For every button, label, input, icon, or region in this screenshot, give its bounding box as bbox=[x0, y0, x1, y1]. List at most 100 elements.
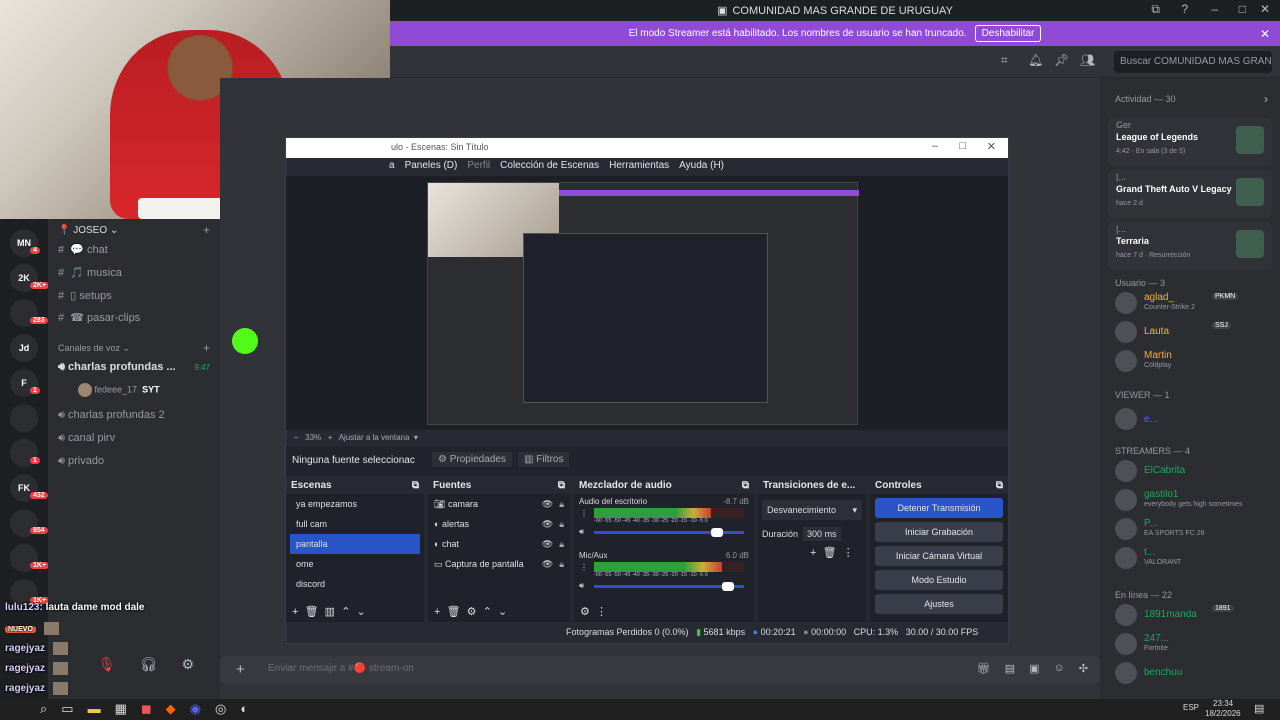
obs-menu-item[interactable]: a bbox=[389, 160, 395, 174]
scene-item[interactable]: discord bbox=[290, 574, 420, 594]
source-item[interactable]: 📷︎ camara 🔒︎ 👁︎ bbox=[428, 494, 570, 514]
avatar[interactable] bbox=[1115, 547, 1137, 569]
search-input[interactable]: Buscar COMUNIDAD MAS GRAN... bbox=[1114, 51, 1272, 73]
move-down-icon[interactable]: ⌄ bbox=[357, 606, 366, 618]
clock-time[interactable]: 23:34 bbox=[1213, 699, 1233, 708]
close-banner-icon[interactable]: ✕ bbox=[1260, 27, 1270, 41]
studio-mode-button[interactable]: Modo Estudio bbox=[875, 570, 1003, 590]
avatar[interactable] bbox=[1115, 489, 1137, 511]
remove-transition-icon[interactable]: 🗑︎ bbox=[823, 547, 837, 559]
remove-source-icon[interactable]: 🗑︎ bbox=[447, 606, 461, 618]
add-scene-icon[interactable]: + bbox=[292, 606, 298, 618]
duration-input[interactable]: 300 ms bbox=[803, 527, 841, 541]
server-icon[interactable]: 1 bbox=[10, 439, 40, 467]
obs-menu-item[interactable]: Paneles (D) bbox=[405, 160, 458, 174]
obs-minimize-icon[interactable]: – bbox=[932, 140, 938, 152]
channel-chat[interactable]: # 💬 chat bbox=[58, 243, 108, 256]
avatar[interactable] bbox=[1115, 321, 1137, 343]
server-icon[interactable]: 283 bbox=[10, 299, 48, 327]
message-input[interactable]: + Enviar mensaje a #🔴 stream-on 🎁︎ ▤ ▣ ☺… bbox=[220, 656, 1100, 684]
member-name[interactable]: ElCabrita bbox=[1144, 465, 1185, 476]
sticker-icon[interactable]: ▣ bbox=[1029, 662, 1039, 675]
voice-channel-4[interactable]: 🔊︎ privado bbox=[58, 455, 104, 468]
mixer-settings-icon[interactable]: ⚙ bbox=[580, 606, 590, 618]
avatar[interactable] bbox=[1115, 460, 1137, 482]
add-voice-icon[interactable]: + bbox=[203, 341, 210, 355]
avatar[interactable] bbox=[1115, 518, 1137, 540]
volume-slider[interactable] bbox=[594, 582, 744, 591]
move-up-icon[interactable]: ⌃ bbox=[341, 606, 350, 618]
notification-icon[interactable]: ▤ bbox=[1254, 702, 1264, 715]
voice-user[interactable]: fedeee_17 SYT bbox=[78, 383, 160, 397]
source-item[interactable]: ◐ chat 🔒︎ 👁︎ bbox=[428, 534, 570, 554]
avatar[interactable] bbox=[1115, 604, 1137, 626]
voice-channel-3[interactable]: 🔊︎ canal pirv bbox=[58, 432, 115, 445]
move-up-icon[interactable]: ⌃ bbox=[483, 606, 492, 618]
maximize-icon[interactable]: □ bbox=[1239, 2, 1246, 16]
obs-maximize-icon[interactable]: □ bbox=[959, 140, 966, 152]
apps-icon[interactable]: ✣ bbox=[1079, 662, 1088, 675]
obs-menu-item[interactable]: Ayuda (H) bbox=[679, 160, 724, 174]
move-down-icon[interactable]: ⌄ bbox=[498, 606, 507, 618]
dock-float-icon[interactable]: ⧉ bbox=[742, 480, 749, 491]
steam-icon[interactable]: ◎ bbox=[215, 701, 226, 717]
activity-card[interactable]: Ger League of Legends 4:42 · En sala (3 de… bbox=[1108, 118, 1272, 166]
headset-icon[interactable]: 🎧︎ bbox=[140, 656, 158, 680]
member-name[interactable]: aglad_ bbox=[1144, 292, 1174, 303]
search-icon[interactable]: ⌕ bbox=[40, 701, 47, 717]
avatar[interactable] bbox=[1115, 292, 1137, 314]
member-name[interactable]: P... bbox=[1144, 518, 1158, 529]
transition-menu-icon[interactable]: ⋮ bbox=[843, 547, 854, 559]
scene-item[interactable]: full cam bbox=[290, 514, 420, 534]
scene-item[interactable]: pantalla bbox=[290, 534, 420, 554]
gif-icon[interactable]: ▤ bbox=[1005, 662, 1015, 675]
start-virtual-cam-button[interactable]: Iniciar Cámara Virtual bbox=[875, 546, 1003, 566]
member-name[interactable]: gastilo1 bbox=[1144, 489, 1178, 500]
speaker-icon[interactable]: 🔊︎ bbox=[579, 527, 584, 537]
gift-icon[interactable]: 🎁︎ bbox=[977, 662, 991, 675]
minimize-icon[interactable]: – bbox=[1211, 2, 1218, 16]
stop-stream-button[interactable]: Detener Transmisión bbox=[875, 498, 1003, 518]
emoji-icon[interactable]: ☺ bbox=[1054, 662, 1065, 675]
activity-card[interactable]: |... Terraria hace 7 d · Resurrección bbox=[1108, 222, 1272, 270]
dock-float-icon[interactable]: ⧉ bbox=[412, 480, 419, 491]
eye-icon[interactable]: 👁︎ bbox=[542, 539, 553, 550]
taskview-icon[interactable]: ▭ bbox=[61, 701, 73, 717]
properties-button[interactable]: ⚙ Propiedades bbox=[432, 452, 512, 467]
brave-icon[interactable]: ◆ bbox=[166, 701, 176, 717]
member-name[interactable]: 1891manda bbox=[1144, 609, 1197, 620]
obs-menu-item[interactable]: Herramientas bbox=[609, 160, 669, 174]
eye-icon[interactable]: 👁︎ bbox=[542, 519, 553, 530]
mixer-menu-icon[interactable]: ⋮ bbox=[580, 563, 588, 572]
add-channel-icon[interactable]: + bbox=[203, 223, 210, 237]
language-indicator[interactable]: ESP bbox=[1183, 703, 1199, 712]
clock-date[interactable]: 18/2/2026 bbox=[1205, 709, 1241, 718]
close-icon[interactable]: ✕ bbox=[1260, 2, 1270, 16]
lock-icon[interactable]: 🔒︎ bbox=[559, 559, 564, 570]
transition-select[interactable]: Desvanecimiento ▾ bbox=[762, 500, 862, 520]
filters-button[interactable]: ▥ Filtros bbox=[518, 452, 570, 467]
remove-scene-icon[interactable]: 🗑︎ bbox=[305, 606, 319, 618]
bell-icon[interactable]: 🔔︎ bbox=[1028, 53, 1043, 67]
obs-icon[interactable]: ◐ bbox=[240, 701, 248, 717]
category-joseo[interactable]: 📍 JOSEO ⌄ bbox=[58, 225, 118, 236]
obs-close-icon[interactable]: ✕ bbox=[987, 140, 996, 153]
settings-button[interactable]: Ajustes bbox=[875, 594, 1003, 614]
voice-channel-2[interactable]: 🔊︎ charlas profundas 2 bbox=[58, 409, 165, 422]
eye-icon[interactable]: 👁︎ bbox=[542, 559, 553, 570]
mixer-menu-icon[interactable]: ⋮ bbox=[580, 509, 588, 518]
scene-item[interactable]: ya empezamos bbox=[290, 494, 420, 514]
add-source-icon[interactable]: + bbox=[434, 606, 440, 618]
avatar[interactable] bbox=[1115, 633, 1137, 655]
dock-float-icon[interactable]: ⧉ bbox=[996, 480, 1003, 491]
zoom-fit[interactable]: Ajustar a la ventana bbox=[339, 433, 410, 442]
chevron-right-icon[interactable]: › bbox=[1264, 92, 1268, 106]
channel-pasar-clips[interactable]: # ☎ pasar-clips bbox=[58, 311, 140, 324]
source-item[interactable]: ◐ alertas 🔒︎ 👁︎ bbox=[428, 514, 570, 534]
member-name[interactable]: Martin bbox=[1144, 350, 1172, 361]
server-icon[interactable]: MN 4 bbox=[10, 229, 40, 257]
server-icon[interactable]: 2K 2K+ bbox=[10, 264, 50, 292]
inbox-icon[interactable]: ⧉ bbox=[1151, 2, 1160, 17]
server-icon[interactable] bbox=[10, 404, 38, 432]
scene-item[interactable]: ome bbox=[290, 554, 420, 574]
